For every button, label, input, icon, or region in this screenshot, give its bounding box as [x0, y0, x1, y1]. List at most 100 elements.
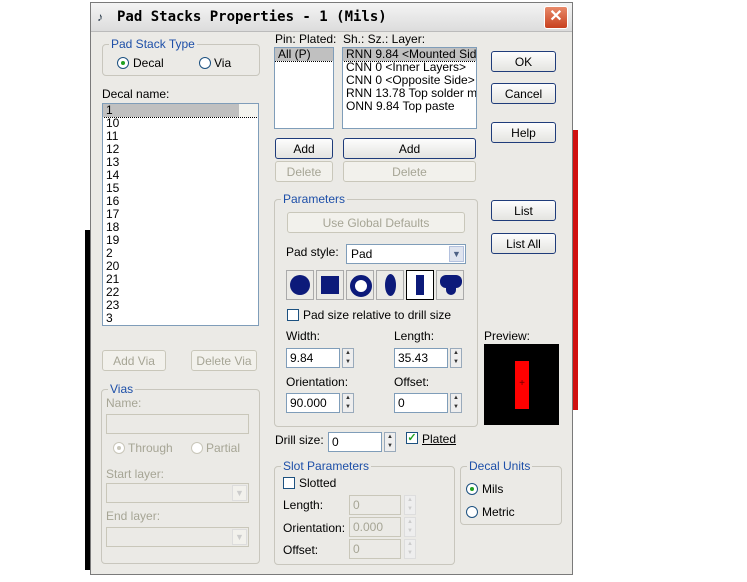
pad-style-select[interactable]: Pad ▼ — [346, 244, 466, 264]
orientation-input[interactable]: 90.000 — [286, 393, 340, 413]
round-pad-icon — [290, 275, 310, 295]
slot-offset-input[interactable]: 0 — [349, 539, 401, 559]
plated-label: Plated — [422, 432, 457, 446]
decal-label: Decal — [133, 56, 164, 70]
delete-via-button[interactable]: Delete Via — [191, 350, 257, 371]
add-layer-button[interactable]: Add — [343, 138, 476, 159]
plated-checkbox[interactable]: ✓ — [406, 432, 418, 444]
list-item[interactable]: 23 — [103, 299, 258, 312]
decal-name-label: Decal name: — [102, 87, 170, 101]
slot-offset-spinner[interactable]: ▲ ▼ — [404, 539, 416, 559]
start-layer-select[interactable]: ▼ — [106, 483, 249, 503]
slotted-label: Slotted — [299, 476, 337, 490]
drill-size-spinner[interactable]: ▲ ▼ — [384, 432, 396, 452]
use-global-defaults-button[interactable]: Use Global Defaults — [287, 212, 465, 233]
scrollbar[interactable] — [239, 104, 258, 117]
mils-label: Mils — [482, 482, 504, 496]
metric-radio[interactable] — [466, 506, 478, 518]
list-all-button[interactable]: List All — [491, 233, 556, 254]
slot-length-label: Length: — [283, 498, 324, 512]
list-button[interactable]: List — [491, 200, 556, 221]
list-item[interactable]: 11 — [103, 130, 258, 143]
list-item[interactable]: 19 — [103, 234, 258, 247]
list-item[interactable]: ONN 9.84 Top paste — [343, 100, 476, 113]
pad-size-relative-checkbox[interactable] — [287, 309, 299, 321]
list-item[interactable]: 20 — [103, 260, 258, 273]
odd-pad-icon-part — [446, 285, 456, 295]
delete-pin-button[interactable]: Delete — [275, 161, 333, 182]
list-item[interactable]: 1 — [103, 104, 258, 118]
pin-header: Pin: Plated: — [275, 32, 337, 46]
layer-list[interactable]: RNN 9.84 <Mounted Side> CNN 0 <Inner Laye… — [342, 47, 477, 129]
list-item[interactable]: 12 — [103, 143, 258, 156]
slot-orientation-spinner[interactable]: ▲ ▼ — [404, 517, 416, 537]
slot-length-input[interactable]: 0 — [349, 495, 401, 515]
square-pad-button[interactable] — [316, 270, 344, 300]
preview-pad: + — [515, 361, 529, 409]
layer-header: Sh.: Sz.: Layer: — [343, 32, 426, 46]
partial-radio[interactable] — [191, 442, 203, 454]
chevron-down-icon: ▼ — [232, 529, 247, 545]
list-item[interactable]: 18 — [103, 221, 258, 234]
pin-list[interactable]: All (P) — [274, 47, 334, 129]
offset-label: Offset: — [394, 375, 430, 389]
list-item[interactable]: 10 — [103, 117, 258, 130]
add-pin-button[interactable]: Add — [275, 138, 333, 159]
orientation-spinner[interactable]: ▲ ▼ — [342, 393, 354, 413]
window-title: Pad Stacks Properties - 1 (Mils) — [117, 9, 387, 25]
cancel-button[interactable]: Cancel — [491, 83, 556, 104]
close-button[interactable]: ✕ — [544, 6, 568, 29]
oval-pad-button[interactable] — [376, 270, 404, 300]
list-item[interactable]: 21 — [103, 273, 258, 286]
length-spinner[interactable]: ▲ ▼ — [450, 348, 462, 368]
drill-size-input[interactable]: 0 — [328, 432, 382, 452]
end-layer-label: End layer: — [106, 509, 161, 523]
end-layer-select[interactable]: ▼ — [106, 527, 249, 547]
list-item[interactable]: 14 — [103, 169, 258, 182]
list-item[interactable]: 17 — [103, 208, 258, 221]
orientation-label: Orientation: — [286, 375, 349, 389]
ok-button[interactable]: OK — [491, 51, 556, 72]
slotted-checkbox[interactable] — [283, 477, 295, 489]
via-name-label: Name: — [106, 396, 142, 410]
offset-input[interactable]: 0 — [394, 393, 448, 413]
decal-radio[interactable] — [117, 57, 129, 69]
list-item[interactable]: 13 — [103, 156, 258, 169]
delete-layer-button[interactable]: Delete — [343, 161, 476, 182]
list-item[interactable]: All (P) — [275, 48, 333, 62]
through-label: Through — [128, 441, 173, 455]
offset-spinner[interactable]: ▲ ▼ — [450, 393, 462, 413]
via-name-input[interactable] — [106, 414, 249, 434]
list-item[interactable]: 3 — [103, 312, 258, 325]
rectangle-pad-button[interactable] — [406, 270, 434, 300]
group-label: Decal Units — [467, 459, 533, 473]
decal-name-list[interactable]: 1 10 11 12 13 14 15 16 17 18 19 2 20 21 22 23 3 — [102, 103, 259, 326]
slot-orientation-input[interactable]: 0.000 — [349, 517, 401, 537]
title-bar[interactable]: ♪ Pad Stacks Properties - 1 (Mils) ✕ — [91, 3, 572, 32]
preview-label: Preview: — [484, 329, 531, 343]
help-button[interactable]: Help — [491, 122, 556, 143]
app-icon: ♪ — [97, 10, 103, 24]
list-item[interactable]: 15 — [103, 182, 258, 195]
through-radio[interactable] — [113, 442, 125, 454]
slot-length-spinner[interactable]: ▲ ▼ — [404, 495, 416, 515]
oval-pad-icon — [385, 274, 396, 296]
odd-pad-button[interactable] — [436, 270, 464, 300]
list-item[interactable]: 16 — [103, 195, 258, 208]
round-pad-button[interactable] — [286, 270, 314, 300]
mils-radio[interactable] — [466, 483, 478, 495]
via-label: Via — [214, 56, 232, 70]
start-layer-label: Start layer: — [106, 467, 165, 481]
via-radio[interactable] — [199, 57, 211, 69]
slot-orientation-label: Orientation: — [283, 521, 346, 535]
width-spinner[interactable]: ▲ ▼ — [342, 348, 354, 368]
annular-pad-button[interactable] — [346, 270, 374, 300]
width-label: Width: — [286, 329, 321, 343]
add-via-button[interactable]: Add Via — [102, 350, 166, 371]
list-item[interactable]: 2 — [103, 247, 258, 260]
annular-pad-icon — [350, 275, 372, 297]
drill-size-label: Drill size: — [275, 433, 324, 447]
length-input[interactable]: 35.43 — [394, 348, 448, 368]
width-input[interactable]: 9.84 — [286, 348, 340, 368]
list-item[interactable]: 22 — [103, 286, 258, 299]
